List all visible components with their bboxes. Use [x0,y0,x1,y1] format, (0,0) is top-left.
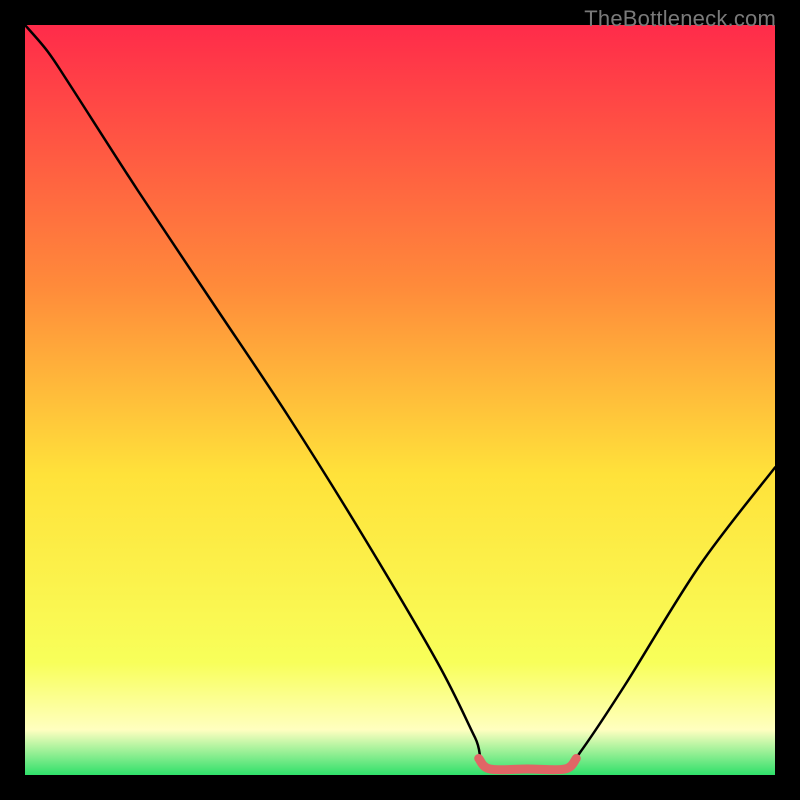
watermark-text: TheBottleneck.com [584,6,776,32]
chart-svg [25,25,775,775]
chart-container [25,25,775,775]
gradient-background [25,25,775,775]
